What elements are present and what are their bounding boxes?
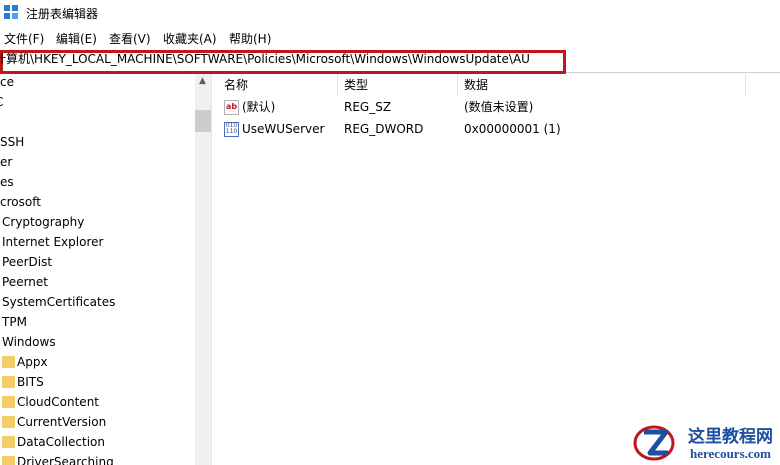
- tree-item-label: DriverSearching: [17, 455, 114, 465]
- value-type: REG_SZ: [344, 100, 392, 114]
- tree-item-label: Peernet: [2, 275, 48, 289]
- tree-item-label: Cryptography: [2, 215, 85, 229]
- watermark-logo-icon: [633, 425, 675, 461]
- tree-item[interactable]: Cryptography: [2, 212, 84, 232]
- tree-item[interactable]: crosoft: [0, 192, 41, 212]
- string-value-icon: ab: [224, 100, 239, 115]
- menu-view[interactable]: 查看(V): [109, 30, 151, 47]
- tree-item-label: DataCollection: [17, 435, 106, 449]
- folder-icon: [2, 416, 15, 428]
- folder-icon: [2, 356, 15, 368]
- tree-item[interactable]: DataCollection: [0, 432, 195, 452]
- value-data: 0x00000001 (1): [464, 122, 561, 136]
- watermark-url: herecours.com: [690, 446, 771, 461]
- value-name: (默认): [242, 100, 276, 114]
- key-tree[interactable]: ce C SSH er es crosoft Cryptography Inte…: [0, 74, 195, 465]
- menu-bar: 文件(F) 编辑(E) 查看(V) 收藏夹(A) 帮助(H): [0, 26, 780, 48]
- folder-icon: [2, 436, 15, 448]
- value-name: UseWUServer: [242, 122, 325, 136]
- tree-item[interactable]: Windows: [2, 332, 56, 352]
- tree-item-label: CloudContent: [17, 395, 100, 409]
- tree-item-label: CurrentVersion: [17, 415, 107, 429]
- tree-item[interactable]: Appx: [0, 352, 195, 372]
- scrollbar-thumb[interactable]: [195, 110, 211, 132]
- watermark: 这里教程网 herecours.com: [632, 418, 780, 465]
- address-bar[interactable]: 计算机\HKEY_LOCAL_MACHINE\SOFTWARE\Policies…: [0, 48, 780, 74]
- folder-icon: [2, 376, 15, 388]
- tree-scrollbar[interactable]: ▲: [195, 74, 211, 465]
- address-path[interactable]: 计算机\HKEY_LOCAL_MACHINE\SOFTWARE\Policies…: [0, 50, 530, 67]
- tree-item[interactable]: er: [0, 152, 12, 172]
- tree-item[interactable]: CloudContent: [0, 392, 195, 412]
- tree-item[interactable]: es: [0, 172, 14, 192]
- menu-help[interactable]: 帮助(H): [229, 30, 271, 47]
- tree-item[interactable]: SystemCertificates: [2, 292, 115, 312]
- window-title: 注册表编辑器: [26, 7, 99, 21]
- tree-item-label: crosoft: [0, 195, 41, 209]
- folder-icon: [2, 456, 15, 465]
- tree-item[interactable]: Peernet: [2, 272, 48, 292]
- tree-item-label: TPM: [2, 315, 27, 329]
- tree-item[interactable]: BITS: [0, 372, 195, 392]
- tree-item[interactable]: CurrentVersion: [0, 412, 195, 432]
- tree-item[interactable]: PeerDist: [2, 252, 52, 272]
- folder-icon: [2, 396, 15, 408]
- menu-edit[interactable]: 编辑(E): [56, 30, 97, 47]
- tree-item-label: ce: [0, 75, 14, 89]
- tree-item-label: Internet Explorer: [2, 235, 104, 249]
- column-header-name[interactable]: 名称: [218, 74, 338, 96]
- menu-file[interactable]: 文件(F): [4, 30, 44, 47]
- tree-item-label: Windows: [2, 335, 56, 349]
- column-header-data[interactable]: 数据: [458, 74, 746, 96]
- tree-item-label: BITS: [17, 375, 44, 389]
- tree-item-label: Appx: [17, 355, 48, 369]
- menu-favorites[interactable]: 收藏夹(A): [163, 30, 217, 47]
- value-type: REG_DWORD: [344, 122, 424, 136]
- tree-item-label: PeerDist: [2, 255, 53, 269]
- registry-editor-icon: [4, 5, 18, 19]
- value-data: (数值未设置): [464, 100, 534, 114]
- values-list[interactable]: 名称 类型 数据 ab (默认) REG_SZ (数值未设置) 010 110 U…: [218, 74, 780, 465]
- column-header-type[interactable]: 类型: [338, 74, 458, 96]
- table-row[interactable]: ab (默认) REG_SZ (数值未设置): [218, 96, 780, 118]
- tree-item-label: es: [0, 175, 14, 189]
- tree-item[interactable]: TPM: [2, 312, 27, 332]
- tree-item-label: er: [0, 155, 13, 169]
- watermark-site-name: 这里教程网: [688, 427, 773, 447]
- tree-item-label: SystemCertificates: [2, 295, 116, 309]
- tree-item[interactable]: SSH: [0, 132, 24, 152]
- tree-item[interactable]: Internet Explorer: [2, 232, 103, 252]
- tree-item[interactable]: ce: [0, 74, 14, 92]
- binary-value-icon: 010 110: [224, 122, 239, 137]
- tree-item-label: C: [0, 95, 3, 109]
- table-row[interactable]: 010 110 UseWUServer REG_DWORD 0x00000001 …: [218, 118, 780, 140]
- tree-item[interactable]: DriverSearching: [0, 452, 195, 465]
- tree-item-label: SSH: [0, 135, 25, 149]
- scroll-up-arrow-icon[interactable]: ▲: [199, 76, 206, 86]
- title-bar: 注册表编辑器: [0, 0, 780, 26]
- tree-item[interactable]: C: [0, 92, 3, 112]
